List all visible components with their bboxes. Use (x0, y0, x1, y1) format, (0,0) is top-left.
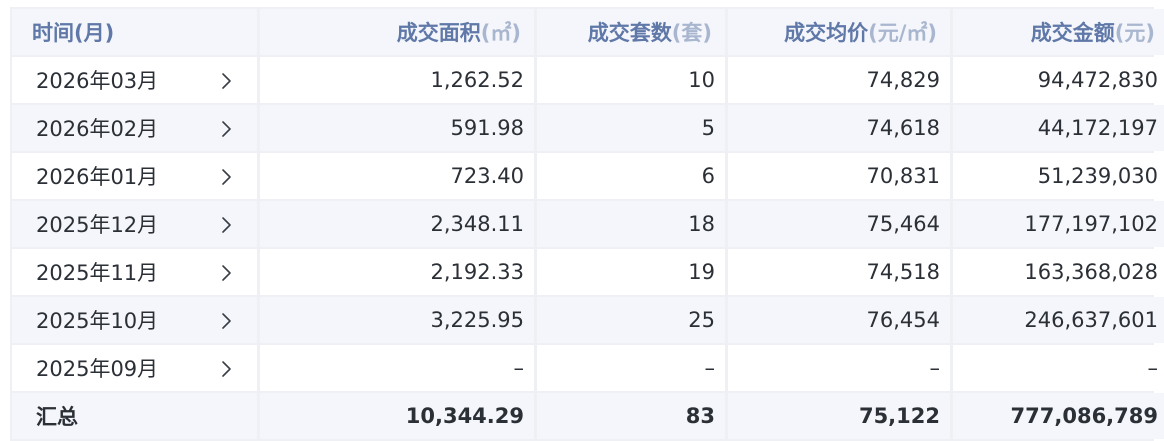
header-amount: 成交金额 (元) (953, 9, 1164, 55)
cell-units: 18 (537, 201, 725, 247)
cell-amount: – (953, 345, 1164, 391)
table-grid: 时间(月) 成交面积 (㎡) 成交套数 (套) 成交均价 (元/㎡) 成交金额 (元) … (10, 7, 1164, 441)
header-units-unit: (套) (671, 21, 712, 45)
transaction-table: 时间(月) 成交面积 (㎡) 成交套数 (套) 成交均价 (元/㎡) 成交金额 (元) … (10, 7, 1164, 441)
header-units-label: 成交套数 (587, 21, 672, 45)
cell-area: 1,262.52 (260, 57, 534, 103)
cell-area: 591.98 (260, 105, 534, 151)
total-area: 10,344.29 (260, 393, 534, 439)
chevron-right-icon[interactable] (221, 71, 233, 89)
cell-amount: 177,197,102 (953, 201, 1164, 247)
table-row-month[interactable]: 2026年02月 (12, 105, 257, 151)
cell-amount: 94,472,830 (953, 57, 1164, 103)
cell-units: 6 (537, 153, 725, 199)
cell-units: 5 (537, 105, 725, 151)
header-avg-price: 成交均价 (元/㎡) (728, 9, 950, 55)
header-amount-unit: (元) (1114, 21, 1155, 45)
header-area-label: 成交面积 (396, 21, 481, 45)
cell-avg-price: 70,831 (728, 153, 950, 199)
header-area-unit: (㎡) (480, 21, 521, 45)
cell-avg-price: 74,518 (728, 249, 950, 295)
table-row-month[interactable]: 2025年12月 (12, 201, 257, 247)
header-area: 成交面积 (㎡) (260, 9, 534, 55)
cell-amount: 163,368,028 (953, 249, 1164, 295)
header-avg-price-label: 成交均价 (784, 21, 869, 45)
cell-area: 723.40 (260, 153, 534, 199)
month-label: 2025年12月 (36, 213, 159, 237)
cell-avg-price: – (728, 345, 950, 391)
table-row-month[interactable]: 2025年09月 (12, 345, 257, 391)
cell-area: 2,192.33 (260, 249, 534, 295)
cell-amount: 51,239,030 (953, 153, 1164, 199)
chevron-right-icon[interactable] (221, 311, 233, 329)
chevron-right-icon[interactable] (221, 167, 233, 185)
month-label: 2026年01月 (36, 165, 159, 189)
month-label: 2025年11月 (36, 261, 159, 285)
cell-avg-price: 74,618 (728, 105, 950, 151)
cell-amount: 246,637,601 (953, 297, 1164, 343)
cell-units: 10 (537, 57, 725, 103)
cell-area: 2,348.11 (260, 201, 534, 247)
cell-amount: 44,172,197 (953, 105, 1164, 151)
total-label: 汇总 (12, 393, 257, 439)
table-row-month[interactable]: 2026年03月 (12, 57, 257, 103)
month-label: 2026年02月 (36, 117, 159, 141)
total-amount: 777,086,789 (953, 393, 1164, 439)
month-label: 2025年10月 (36, 309, 159, 333)
chevron-right-icon[interactable] (221, 119, 233, 137)
header-time-label: 时间(月) (32, 21, 115, 45)
table-row-month[interactable]: 2025年11月 (12, 249, 257, 295)
cell-units: – (537, 345, 725, 391)
cell-area: – (260, 345, 534, 391)
table-row-month[interactable]: 2026年01月 (12, 153, 257, 199)
header-amount-label: 成交金额 (1030, 21, 1115, 45)
cell-units: 19 (537, 249, 725, 295)
chevron-right-icon[interactable] (221, 215, 233, 233)
header-avg-price-unit: (元/㎡) (868, 21, 937, 45)
cell-avg-price: 75,464 (728, 201, 950, 247)
cell-area: 3,225.95 (260, 297, 534, 343)
table-row-month[interactable]: 2025年10月 (12, 297, 257, 343)
cell-avg-price: 76,454 (728, 297, 950, 343)
header-time: 时间(月) (12, 9, 257, 55)
month-label: 2025年09月 (36, 357, 159, 381)
total-units: 83 (537, 393, 725, 439)
cell-units: 25 (537, 297, 725, 343)
chevron-right-icon[interactable] (221, 263, 233, 281)
cell-avg-price: 74,829 (728, 57, 950, 103)
total-avg-price: 75,122 (728, 393, 950, 439)
chevron-right-icon[interactable] (221, 359, 233, 377)
month-label: 2026年03月 (36, 69, 159, 93)
header-units: 成交套数 (套) (537, 9, 725, 55)
